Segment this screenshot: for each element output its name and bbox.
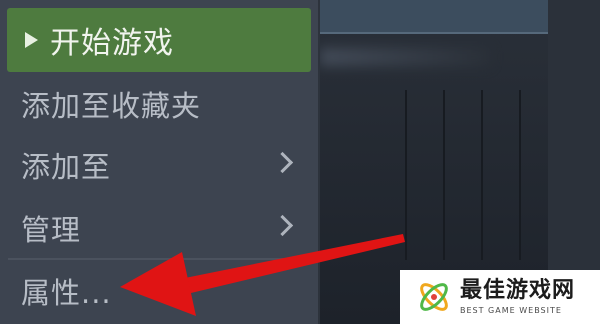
watermark-brand-en: BEST GAME WEBSITE (460, 306, 562, 315)
menu-item-label: 添加至 (21, 150, 112, 184)
background-pattern (405, 90, 535, 260)
menu-item-play-game[interactable]: 开始游戏 (7, 8, 311, 72)
menu-item-properties[interactable]: 属性... (0, 261, 318, 321)
context-menu: 开始游戏 添加至收藏夹 添加至 管理 属性... (0, 0, 320, 324)
menu-item-manage[interactable]: 管理 (0, 198, 318, 258)
menu-item-label: 管理 (21, 213, 82, 247)
play-icon (25, 32, 38, 48)
menu-item-add-to[interactable]: 添加至 (0, 135, 318, 195)
menu-item-label: 添加至收藏夹 (21, 89, 202, 123)
menu-item-add-to-favorites[interactable]: 添加至收藏夹 (0, 74, 318, 134)
background-header-bar (318, 0, 550, 34)
blurred-background-text (320, 48, 490, 66)
chevron-right-icon (271, 214, 294, 237)
menu-item-label: 属性... (21, 276, 112, 310)
play-game-label: 开始游戏 (50, 26, 174, 61)
menu-divider (8, 258, 310, 260)
watermark-logo-icon (420, 283, 448, 311)
site-watermark: 最佳游戏网 BEST GAME WEBSITE (400, 270, 600, 324)
watermark-brand-cn: 最佳游戏网 (460, 278, 576, 303)
chevron-right-icon (271, 151, 294, 174)
